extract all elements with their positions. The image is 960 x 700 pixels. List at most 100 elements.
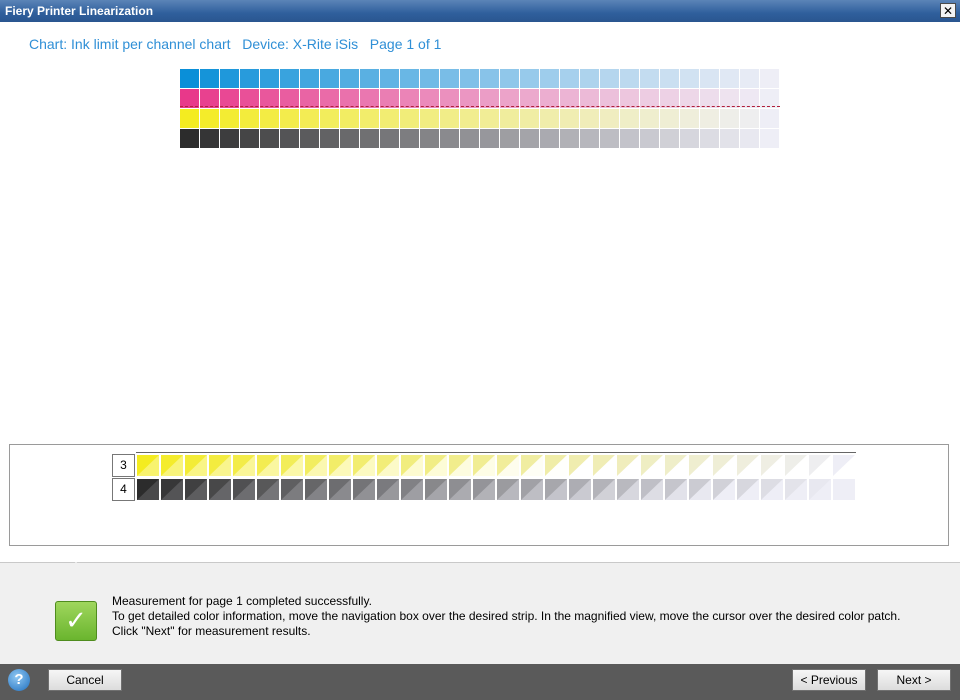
- color-patch[interactable]: [300, 129, 319, 148]
- color-patch[interactable]: [540, 109, 559, 128]
- color-patch[interactable]: [620, 69, 639, 88]
- magnified-patch[interactable]: [689, 479, 711, 500]
- color-patch[interactable]: [740, 69, 759, 88]
- color-patch[interactable]: [480, 69, 499, 88]
- color-patch[interactable]: [580, 69, 599, 88]
- color-patch[interactable]: [560, 129, 579, 148]
- color-patch[interactable]: [500, 109, 519, 128]
- next-button[interactable]: Next >: [877, 669, 951, 691]
- color-patch[interactable]: [540, 129, 559, 148]
- color-patch[interactable]: [660, 129, 679, 148]
- color-patch[interactable]: [240, 129, 259, 148]
- color-patch[interactable]: [340, 109, 359, 128]
- color-patch[interactable]: [440, 109, 459, 128]
- color-patch[interactable]: [200, 109, 219, 128]
- color-patch[interactable]: [680, 129, 699, 148]
- color-patch[interactable]: [540, 69, 559, 88]
- color-patch[interactable]: [180, 129, 199, 148]
- navigation-box-marker[interactable]: [180, 106, 780, 107]
- magnified-patch[interactable]: [785, 479, 807, 500]
- color-patch[interactable]: [440, 69, 459, 88]
- color-patch[interactable]: [340, 129, 359, 148]
- color-patch[interactable]: [220, 69, 239, 88]
- color-patch[interactable]: [320, 69, 339, 88]
- color-patch[interactable]: [500, 129, 519, 148]
- color-patch[interactable]: [620, 109, 639, 128]
- color-patch[interactable]: [720, 129, 739, 148]
- color-patch[interactable]: [400, 109, 419, 128]
- magnified-patch[interactable]: [425, 479, 447, 500]
- color-patch[interactable]: [400, 129, 419, 148]
- color-patch[interactable]: [600, 109, 619, 128]
- magnified-patch[interactable]: [473, 479, 495, 500]
- color-patch[interactable]: [400, 69, 419, 88]
- color-patch[interactable]: [420, 109, 439, 128]
- magnified-patch[interactable]: [617, 455, 639, 476]
- color-patch[interactable]: [700, 69, 719, 88]
- magnified-patch[interactable]: [137, 479, 159, 500]
- color-patch[interactable]: [720, 69, 739, 88]
- magnified-patch[interactable]: [665, 479, 687, 500]
- color-patch[interactable]: [460, 109, 479, 128]
- magnified-patch[interactable]: [761, 479, 783, 500]
- magnified-patch[interactable]: [521, 455, 543, 476]
- color-patch[interactable]: [240, 69, 259, 88]
- color-patch[interactable]: [300, 109, 319, 128]
- color-patch[interactable]: [560, 69, 579, 88]
- color-patch[interactable]: [580, 109, 599, 128]
- magnified-patch[interactable]: [833, 455, 855, 476]
- magnified-patch[interactable]: [593, 455, 615, 476]
- magnified-patch[interactable]: [689, 455, 711, 476]
- magnified-patch[interactable]: [137, 455, 159, 476]
- color-patch[interactable]: [600, 69, 619, 88]
- magnified-patch[interactable]: [617, 479, 639, 500]
- magnified-patch[interactable]: [233, 479, 255, 500]
- color-patch[interactable]: [300, 69, 319, 88]
- color-patch[interactable]: [520, 129, 539, 148]
- color-patch[interactable]: [420, 69, 439, 88]
- magnified-patch[interactable]: [161, 455, 183, 476]
- color-patch[interactable]: [700, 109, 719, 128]
- color-patch[interactable]: [480, 129, 499, 148]
- magnified-patch[interactable]: [281, 479, 303, 500]
- magnified-patch[interactable]: [641, 479, 663, 500]
- color-patch[interactable]: [740, 109, 759, 128]
- help-icon[interactable]: ?: [8, 669, 30, 691]
- magnified-patch[interactable]: [737, 479, 759, 500]
- magnified-patch[interactable]: [425, 455, 447, 476]
- magnified-patch[interactable]: [377, 455, 399, 476]
- color-patch[interactable]: [220, 109, 239, 128]
- color-patch[interactable]: [640, 69, 659, 88]
- previous-button[interactable]: < Previous: [792, 669, 866, 691]
- magnified-patch[interactable]: [593, 479, 615, 500]
- magnified-patch[interactable]: [377, 479, 399, 500]
- magnified-patch[interactable]: [401, 479, 423, 500]
- color-patch[interactable]: [660, 109, 679, 128]
- color-patch[interactable]: [320, 129, 339, 148]
- color-patch[interactable]: [180, 69, 199, 88]
- color-patch[interactable]: [320, 109, 339, 128]
- color-patch[interactable]: [560, 109, 579, 128]
- magnified-patch[interactable]: [329, 479, 351, 500]
- color-patch[interactable]: [260, 129, 279, 148]
- color-patch[interactable]: [520, 69, 539, 88]
- color-patch[interactable]: [280, 109, 299, 128]
- color-patch[interactable]: [460, 129, 479, 148]
- color-patch[interactable]: [340, 69, 359, 88]
- magnified-patch[interactable]: [833, 479, 855, 500]
- color-patch[interactable]: [220, 129, 239, 148]
- color-patch[interactable]: [700, 129, 719, 148]
- color-patch[interactable]: [680, 69, 699, 88]
- color-patch[interactable]: [600, 129, 619, 148]
- magnified-patch[interactable]: [713, 455, 735, 476]
- color-patch[interactable]: [520, 109, 539, 128]
- magnified-patch[interactable]: [257, 479, 279, 500]
- magnified-patch[interactable]: [545, 479, 567, 500]
- color-patch[interactable]: [180, 109, 199, 128]
- color-patch[interactable]: [240, 109, 259, 128]
- color-patch[interactable]: [760, 129, 779, 148]
- color-patch[interactable]: [360, 69, 379, 88]
- magnified-patch[interactable]: [161, 479, 183, 500]
- color-patch[interactable]: [440, 129, 459, 148]
- patch-chart-overview[interactable]: [180, 69, 780, 148]
